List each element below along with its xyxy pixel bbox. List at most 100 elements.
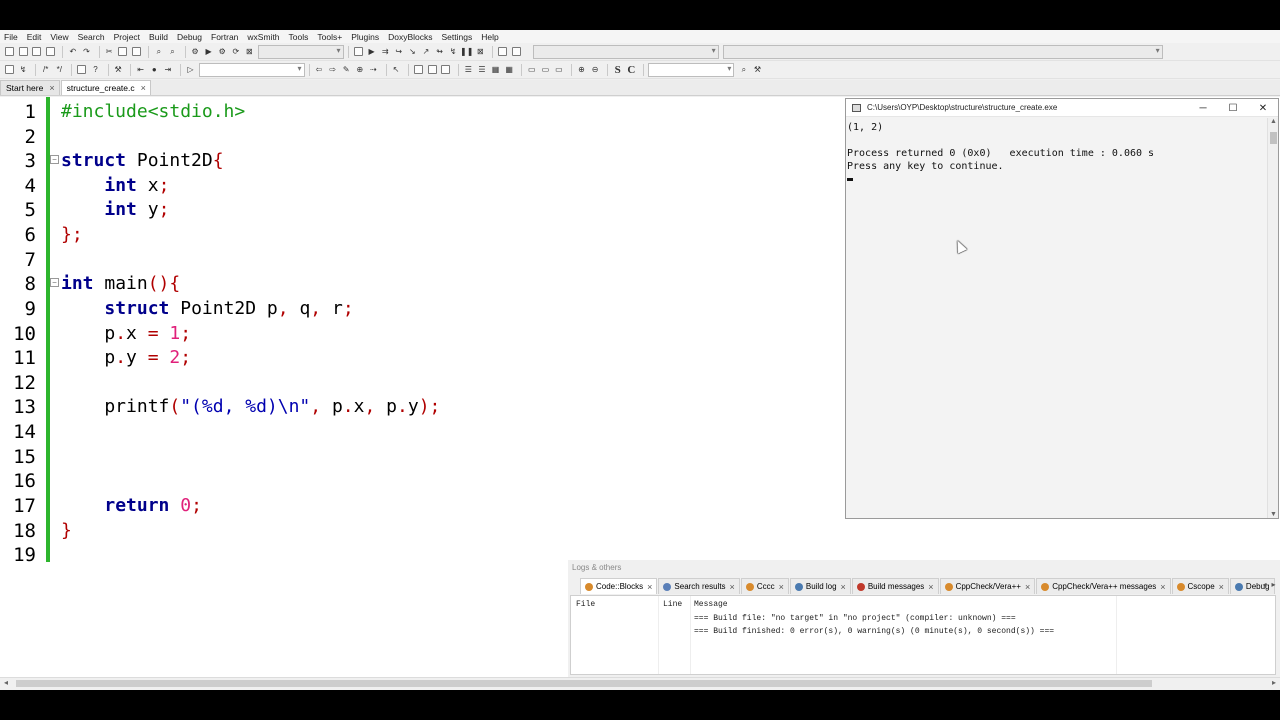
replace-icon[interactable]: ⌕ bbox=[167, 46, 178, 57]
close-icon[interactable]: × bbox=[1219, 582, 1224, 592]
fold-marker-icon[interactable]: − bbox=[50, 278, 59, 287]
log-tab-cppcheck[interactable]: CppCheck/Vera++ × bbox=[939, 578, 1036, 594]
cut-icon[interactable]: ✂ bbox=[104, 46, 115, 57]
close-icon[interactable]: × bbox=[49, 83, 54, 93]
zoom-out-icon[interactable]: ⊖ bbox=[590, 64, 601, 75]
menu-settings[interactable]: Settings bbox=[442, 32, 473, 42]
scroll-left-icon[interactable]: ◂ bbox=[4, 678, 8, 687]
menu-fortran[interactable]: Fortran bbox=[211, 32, 238, 42]
menu-project[interactable]: Project bbox=[114, 32, 140, 42]
next-instruction-icon[interactable]: ↬ bbox=[434, 46, 445, 57]
close-icon[interactable]: × bbox=[928, 582, 933, 592]
wrench-icon[interactable]: ⚒ bbox=[113, 64, 124, 75]
block-icon[interactable] bbox=[413, 64, 424, 75]
run-to-cursor-icon[interactable]: ⇉ bbox=[380, 46, 391, 57]
column-header-line[interactable]: Line bbox=[663, 600, 682, 609]
console-output[interactable]: (1, 2) Process returned 0 (0x0) executio… bbox=[846, 118, 1266, 518]
uncomment-icon[interactable]: */ bbox=[54, 64, 65, 75]
search-combo[interactable] bbox=[648, 62, 735, 77]
highlight-icon[interactable]: ✎ bbox=[341, 64, 352, 75]
paste-icon[interactable] bbox=[131, 46, 142, 57]
save-icon[interactable] bbox=[31, 46, 42, 57]
box-icon[interactable]: ▭ bbox=[526, 64, 537, 75]
console-window[interactable]: C:\Users\OYP\Desktop\structure\structure… bbox=[845, 98, 1279, 519]
close-icon[interactable]: × bbox=[1025, 582, 1030, 592]
log-tab-build-messages[interactable]: Build messages × bbox=[851, 578, 939, 594]
list-alt-icon[interactable]: ☰ bbox=[476, 64, 487, 75]
debugging-windows-icon[interactable] bbox=[497, 46, 508, 57]
close-icon[interactable]: × bbox=[141, 83, 146, 93]
grid-icon[interactable]: ▦ bbox=[490, 64, 501, 75]
log-tab-cppcheck-messages[interactable]: CppCheck/Vera++ messages × bbox=[1036, 578, 1171, 594]
scroll-down-icon[interactable]: ▼ bbox=[1270, 511, 1277, 518]
frame-icon[interactable] bbox=[427, 64, 438, 75]
selection-icon[interactable]: ⇢ bbox=[368, 64, 379, 75]
close-icon[interactable]: × bbox=[841, 582, 846, 592]
log-tab-codeblocks[interactable]: Code::Blocks × bbox=[580, 578, 658, 594]
log-tab-build-log[interactable]: Build log × bbox=[789, 578, 851, 594]
step-into-icon[interactable]: ↘ bbox=[407, 46, 418, 57]
symbol-select[interactable] bbox=[198, 62, 305, 77]
maximize-icon[interactable]: ☐ bbox=[1218, 99, 1248, 117]
stop-debugger-icon[interactable]: ⊠ bbox=[475, 46, 486, 57]
code-completion-function-select[interactable] bbox=[722, 44, 1163, 59]
menu-tools-plus[interactable]: Tools+ bbox=[317, 32, 342, 42]
close-icon[interactable]: × bbox=[779, 582, 784, 592]
scroll-right-icon[interactable]: ▸ bbox=[1272, 678, 1276, 687]
menu-wxsmith[interactable]: wxSmith bbox=[247, 32, 279, 42]
zoom-in-icon[interactable]: ⊕ bbox=[576, 64, 587, 75]
close-icon[interactable]: × bbox=[1160, 582, 1165, 592]
debug-continue-icon[interactable]: ▶ bbox=[366, 46, 377, 57]
pointer-icon[interactable]: ↖ bbox=[391, 64, 402, 75]
open-file-icon[interactable] bbox=[18, 46, 29, 57]
menu-view[interactable]: View bbox=[50, 32, 68, 42]
close-icon[interactable]: ✕ bbox=[1248, 99, 1278, 117]
menu-file[interactable]: File bbox=[4, 32, 18, 42]
jump-back-icon[interactable]: ⇦ bbox=[314, 64, 325, 75]
doxy-config-icon[interactable]: ? bbox=[90, 64, 101, 75]
menu-doxyblocks[interactable]: DoxyBlocks bbox=[388, 32, 432, 42]
search-icon[interactable]: ⌕ bbox=[738, 64, 749, 75]
find-icon[interactable]: ⌕ bbox=[153, 46, 164, 57]
various-info-icon[interactable] bbox=[511, 46, 522, 57]
fold-marker-icon[interactable]: − bbox=[50, 155, 59, 164]
compiler-icon[interactable] bbox=[4, 64, 15, 75]
grid-alt-icon[interactable]: ▦ bbox=[504, 64, 515, 75]
build-messages-table[interactable]: File Line Message === Build file: "no ta… bbox=[570, 595, 1276, 675]
macro-icon[interactable]: ▷ bbox=[185, 64, 196, 75]
close-icon[interactable]: × bbox=[647, 582, 652, 592]
build-run-icon[interactable]: ⚙ bbox=[217, 46, 228, 57]
save-all-icon[interactable] bbox=[45, 46, 56, 57]
redo-icon[interactable]: ↷ bbox=[81, 46, 92, 57]
tab-start-here[interactable]: Start here × bbox=[0, 80, 60, 95]
scroll-up-icon[interactable]: ▲ bbox=[1270, 118, 1277, 125]
box-group-icon[interactable]: ▭ bbox=[553, 64, 564, 75]
next-comment-icon[interactable]: ⇥ bbox=[162, 64, 173, 75]
log-tab-search-results[interactable]: Search results × bbox=[658, 578, 740, 594]
pause-icon[interactable]: ❚❚ bbox=[460, 46, 473, 57]
console-titlebar[interactable]: C:\Users\OYP\Desktop\structure\structure… bbox=[846, 99, 1278, 117]
scroll-thumb[interactable] bbox=[1270, 132, 1277, 144]
chevron-right-icon[interactable]: ▸ bbox=[1269, 580, 1278, 589]
toggle-comment-icon[interactable]: ● bbox=[149, 64, 160, 75]
debug-window-icon[interactable] bbox=[353, 46, 364, 57]
menu-edit[interactable]: Edit bbox=[27, 32, 42, 42]
s-icon[interactable]: S bbox=[612, 64, 623, 76]
menu-debug[interactable]: Debug bbox=[177, 32, 202, 42]
abort-icon[interactable]: ⊠ bbox=[244, 46, 255, 57]
table-row[interactable]: === Build file: "no target" in "no proje… bbox=[694, 614, 1016, 623]
minimize-icon[interactable]: ─ bbox=[1188, 99, 1218, 117]
menu-tools[interactable]: Tools bbox=[289, 32, 309, 42]
options-icon[interactable]: ⚒ bbox=[752, 64, 763, 75]
tab-structure-create[interactable]: structure_create.c × bbox=[60, 80, 151, 95]
log-tab-cccc[interactable]: Cccc × bbox=[740, 578, 789, 594]
table-row[interactable]: === Build finished: 0 error(s), 0 warnin… bbox=[694, 627, 1054, 636]
step-into-instruction-icon[interactable]: ↯ bbox=[448, 46, 459, 57]
build-target-select[interactable] bbox=[257, 44, 344, 59]
box-alt-icon[interactable]: ▭ bbox=[540, 64, 551, 75]
chevron-left-icon[interactable]: ◂ bbox=[1260, 580, 1269, 589]
match-brace-icon[interactable]: ⊕ bbox=[354, 64, 365, 75]
column-header-message[interactable]: Message bbox=[694, 600, 728, 609]
undo-icon[interactable]: ↶ bbox=[67, 46, 78, 57]
prev-comment-icon[interactable]: ⇤ bbox=[135, 64, 146, 75]
